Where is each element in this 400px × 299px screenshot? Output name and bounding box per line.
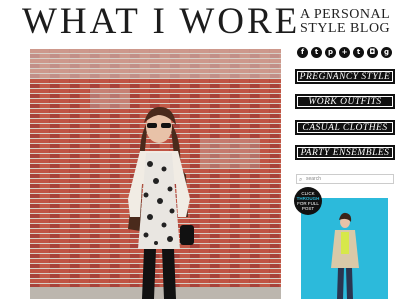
nav-work-outfits[interactable]: WORK OUTFITS xyxy=(295,94,395,109)
google-plus-icon[interactable]: g xyxy=(381,47,392,58)
instagram-icon[interactable]: ◘ xyxy=(367,47,378,58)
nav-label: PREGNANCY STYLE xyxy=(299,71,391,82)
facebook-icon[interactable]: f xyxy=(297,47,308,58)
search-icon: ⌕ xyxy=(299,177,303,183)
nav-pregnancy-style[interactable]: PREGNANCY STYLE xyxy=(295,69,395,84)
nav-label: CASUAL CLOTHES xyxy=(302,122,388,133)
badge-line4: POST xyxy=(301,206,315,211)
brand-title[interactable]: WHAT I WORE xyxy=(22,2,300,42)
nav-label: PARTY ENSEMBLES xyxy=(300,147,390,158)
brick-wall-photo xyxy=(30,49,281,299)
click-through-badge[interactable]: CLICK THROUGH FOR FULL POST xyxy=(294,187,322,215)
tagline: A PERSONAL STYLE BLOG xyxy=(300,7,391,36)
featured-outfit-photo[interactable] xyxy=(30,49,281,299)
search-placeholder: search xyxy=(306,176,322,182)
nav-party-ensembles[interactable]: PARTY ENSEMBLES xyxy=(295,145,395,160)
twitter-icon[interactable]: t xyxy=(311,47,322,58)
search-input[interactable]: ⌕ search xyxy=(296,174,394,184)
nav-label: WORK OUTFITS xyxy=(308,96,382,107)
bloglovin-icon[interactable]: + xyxy=(339,47,350,58)
social-links: f t p + t ◘ g xyxy=(297,47,392,58)
pinterest-icon[interactable]: p xyxy=(325,47,336,58)
tumblr-icon[interactable]: t xyxy=(353,47,364,58)
nav-casual-clothes[interactable]: CASUAL CLOTHES xyxy=(295,120,395,135)
